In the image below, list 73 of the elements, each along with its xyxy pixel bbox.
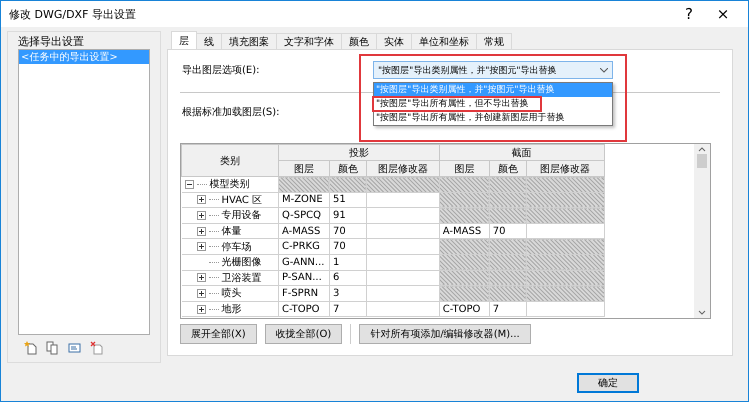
table-cell: 3 <box>329 286 366 302</box>
table-cell: 7 <box>329 301 366 317</box>
text-field-icon[interactable] <box>68 341 81 355</box>
table-button[interactable]: 收拢全部(O) <box>264 324 342 344</box>
column-header: 图层 <box>278 160 330 176</box>
tab[interactable]: 单位和坐标 <box>411 33 477 49</box>
help-button[interactable]: ? <box>672 5 706 23</box>
tab[interactable]: 填充图案 <box>221 33 277 49</box>
delete-document-icon[interactable] <box>90 341 103 355</box>
expand-toggle[interactable] <box>196 226 206 236</box>
ok-button[interactable]: 确定 <box>577 373 639 393</box>
tab[interactable]: 层 <box>171 31 197 49</box>
tab[interactable]: 常规 <box>476 33 512 49</box>
expand-toggle[interactable] <box>196 304 206 314</box>
column-header: 图层修改器 <box>526 160 604 176</box>
table-cell: 7 <box>489 301 526 317</box>
tab[interactable]: 线 <box>196 33 222 49</box>
table-cell: Q-SPCQ <box>278 208 330 224</box>
column-header: 颜色 <box>329 160 366 176</box>
table-cell: F-SPRN <box>278 286 330 302</box>
table-cell: G-ANN... <box>278 254 330 270</box>
tab[interactable]: 文字和字体 <box>276 33 342 49</box>
category-name: HVAC 区 <box>222 194 262 207</box>
category-name: 模型类别 <box>210 178 250 192</box>
scrollbar[interactable] <box>694 144 710 318</box>
tab[interactable]: 颜色 <box>341 33 377 49</box>
column-header: 图层 <box>439 160 490 176</box>
expand-toggle[interactable] <box>196 210 206 220</box>
group-title: 选择导出设置 <box>18 34 85 49</box>
column-header: 截面 <box>439 144 604 160</box>
table-cell: 70 <box>329 223 366 239</box>
category-name: 光栅图像 <box>222 256 262 270</box>
expand-toggle[interactable] <box>196 195 206 204</box>
table-cell: C-TOPO <box>278 301 330 317</box>
category-name: 体量 <box>222 225 242 238</box>
table-cell: A-MASS <box>439 223 490 239</box>
category-name: 喷头 <box>222 286 242 300</box>
field-label: 导出图层选项(E): <box>182 64 260 77</box>
table-cell: P-SAN... <box>278 270 330 286</box>
expand-toggle[interactable] <box>196 288 206 298</box>
column-header: 图层修改器 <box>366 160 440 176</box>
dropdown-option[interactable]: "按图层"导出所有属性，并创建新图层用于替换 <box>374 111 612 125</box>
tab[interactable]: 实体 <box>376 33 412 49</box>
table-cell: 6 <box>329 270 366 286</box>
table-cell: C-TOPO <box>439 301 490 317</box>
table-button[interactable]: 展开全部(X) <box>180 324 257 344</box>
column-header: 颜色 <box>489 160 526 176</box>
table-cell: 70 <box>489 223 526 239</box>
table-button[interactable]: 针对所有项添加/编辑修改器(M)... <box>359 324 531 344</box>
expand-toggle[interactable] <box>196 242 206 252</box>
category-name: 专用设备 <box>222 208 262 222</box>
layer-options-dropdown[interactable]: "按图层"导出类别属性，并"按图元"导出替换 <box>373 61 613 79</box>
close-button[interactable]: × <box>706 5 740 23</box>
table-cell: A-MASS <box>278 223 330 239</box>
table-cell: 91 <box>329 208 366 224</box>
column-header: 类别 <box>182 144 278 176</box>
expand-toggle[interactable] <box>196 273 206 282</box>
column-header: 投影 <box>278 144 440 160</box>
collapse-toggle[interactable] <box>184 180 194 189</box>
table-cell: C-PRKG <box>278 238 330 254</box>
chevron-down-icon <box>600 68 608 72</box>
table-cell: 51 <box>329 192 366 208</box>
category-name: 地形 <box>222 302 242 316</box>
table-cell: 1 <box>329 254 366 270</box>
new-document-icon[interactable] <box>24 341 37 355</box>
category-name: 卫浴装置 <box>222 272 262 285</box>
scroll-thumb[interactable] <box>697 154 707 168</box>
field-label: 根据标准加载图层(S): <box>182 106 280 119</box>
category-name: 停车场 <box>222 240 252 254</box>
copy-document-icon[interactable] <box>46 341 59 355</box>
table-cell: M-ZONE <box>278 192 330 208</box>
window-title: 修改 DWG/DXF 导出设置 <box>9 6 137 22</box>
table-cell: 70 <box>329 238 366 254</box>
